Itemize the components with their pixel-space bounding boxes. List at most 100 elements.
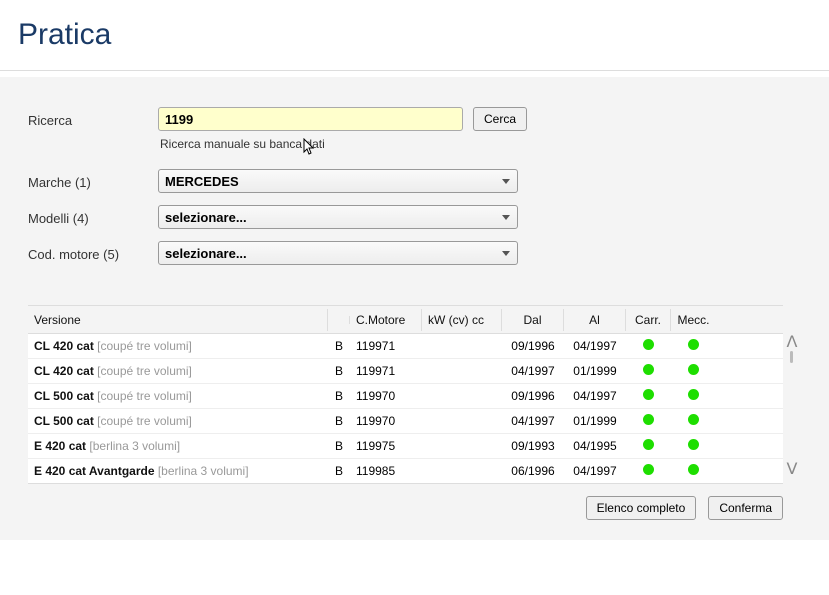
row-type: B (328, 435, 350, 457)
search-button[interactable]: Cerca (473, 107, 527, 131)
page-title: Pratica (18, 18, 811, 52)
row-version-name: CL 420 cat (34, 339, 94, 353)
row-version-name: E 420 cat Avantgarde (34, 464, 155, 478)
engines-select[interactable]: selezionare... (158, 241, 518, 265)
scrollbar[interactable]: ᐱ ᐯ (783, 305, 801, 484)
row-kw (422, 392, 502, 400)
row-kw (422, 367, 502, 375)
row-to: 04/1997 (564, 385, 626, 407)
status-dot-icon (688, 389, 699, 400)
row-version-name: CL 500 cat (34, 389, 94, 403)
row-type: B (328, 460, 350, 482)
row-to: 01/1999 (564, 360, 626, 382)
status-dot-icon (688, 364, 699, 375)
row-version-body: [coupé tre volumi] (97, 339, 192, 353)
status-dot-icon (688, 414, 699, 425)
row-engine: 119971 (350, 335, 422, 357)
scroll-thumb[interactable] (790, 351, 793, 363)
chevron-down-icon (499, 246, 513, 260)
status-dot-icon (643, 414, 654, 425)
table-row[interactable]: E 420 cat [berlina 3 volumi] B119975 09/19… (28, 433, 783, 458)
engines-label: Cod. motore (5) (28, 241, 158, 262)
models-select[interactable]: selezionare... (158, 205, 518, 229)
row-mecc (671, 460, 716, 482)
engines-select-value: selezionare... (165, 246, 247, 261)
col-engine: C.Motore (350, 309, 422, 331)
row-carr (626, 410, 671, 432)
row-type: B (328, 385, 350, 407)
row-version-body: [coupé tre volumi] (97, 389, 192, 403)
status-dot-icon (643, 389, 654, 400)
row-carr (626, 335, 671, 357)
row-mecc (671, 385, 716, 407)
search-input[interactable] (158, 107, 463, 131)
row-to: 04/1997 (564, 335, 626, 357)
row-kw (422, 417, 502, 425)
row-version-body: [berlina 3 volumi] (158, 464, 249, 478)
results-table: Versione C.Motore kW (cv) cc Dal Al Carr… (28, 305, 783, 484)
row-type: B (328, 360, 350, 382)
col-kwcv: kW (cv) cc (422, 309, 502, 331)
row-carr (626, 435, 671, 457)
col-to: Al (564, 309, 626, 331)
row-mecc (671, 410, 716, 432)
row-engine: 119970 (350, 410, 422, 432)
full-list-button[interactable]: Elenco completo (586, 496, 697, 520)
status-dot-icon (643, 339, 654, 350)
table-row[interactable]: CL 500 cat [coupé tre volumi]B11997004/1… (28, 408, 783, 433)
col-version: Versione (28, 309, 328, 331)
search-hint: Ricerca manuale su banca dati (160, 137, 527, 151)
row-from: 09/1993 (502, 435, 564, 457)
row-engine: 119970 (350, 385, 422, 407)
row-kw (422, 442, 502, 450)
row-type: B (328, 335, 350, 357)
row-from: 04/1997 (502, 360, 564, 382)
table-row[interactable]: CL 420 cat [coupé tre volumi] B119971 09/1… (28, 333, 783, 358)
row-version-body: [coupé tre volumi] (97, 364, 192, 378)
row-carr (626, 385, 671, 407)
brands-select[interactable]: MERCEDES (158, 169, 518, 193)
scroll-up-icon[interactable]: ᐱ (787, 335, 798, 351)
table-row[interactable]: CL 420 cat [coupé tre volumi] B119971 04/1… (28, 358, 783, 383)
row-version-body: [coupé tre volumi] (97, 414, 192, 428)
status-dot-icon (643, 464, 654, 475)
chevron-down-icon (499, 174, 513, 188)
row-version-name: CL 420 cat (34, 364, 94, 378)
row-mecc (671, 360, 716, 382)
col-carr: Carr. (626, 309, 671, 331)
row-from: 09/1996 (502, 385, 564, 407)
col-from: Dal (502, 309, 564, 331)
row-version-name: CL 500 cat (34, 414, 94, 428)
row-to: 04/1995 (564, 435, 626, 457)
status-dot-icon (688, 339, 699, 350)
row-mecc (671, 335, 716, 357)
brands-label: Marche (1) (28, 169, 158, 190)
row-version-body: [berlina 3 volumi] (89, 439, 180, 453)
status-dot-icon (688, 439, 699, 450)
table-header: Versione C.Motore kW (cv) cc Dal Al Carr… (28, 306, 783, 333)
row-engine: 119971 (350, 360, 422, 382)
row-from: 04/1997 (502, 410, 564, 432)
row-version-name: E 420 cat (34, 439, 86, 453)
status-dot-icon (688, 464, 699, 475)
status-dot-icon (643, 439, 654, 450)
table-row[interactable]: E 420 cat Avantgarde [berlina 3 volumi] B… (28, 458, 783, 483)
row-to: 01/1999 (564, 410, 626, 432)
row-from: 06/1996 (502, 460, 564, 482)
row-engine: 119975 (350, 435, 422, 457)
scroll-down-icon[interactable]: ᐯ (787, 462, 798, 478)
row-kw (422, 467, 502, 475)
col-type (328, 316, 350, 324)
models-select-value: selezionare... (165, 210, 247, 225)
confirm-button[interactable]: Conferma (708, 496, 783, 520)
row-to: 04/1997 (564, 460, 626, 482)
row-from: 09/1996 (502, 335, 564, 357)
status-dot-icon (643, 364, 654, 375)
row-carr (626, 460, 671, 482)
row-carr (626, 360, 671, 382)
brands-select-value: MERCEDES (165, 174, 239, 189)
search-label: Ricerca (28, 107, 158, 128)
row-kw (422, 342, 502, 350)
table-row[interactable]: CL 500 cat [coupé tre volumi] B119970 09/1… (28, 383, 783, 408)
models-label: Modelli (4) (28, 205, 158, 226)
